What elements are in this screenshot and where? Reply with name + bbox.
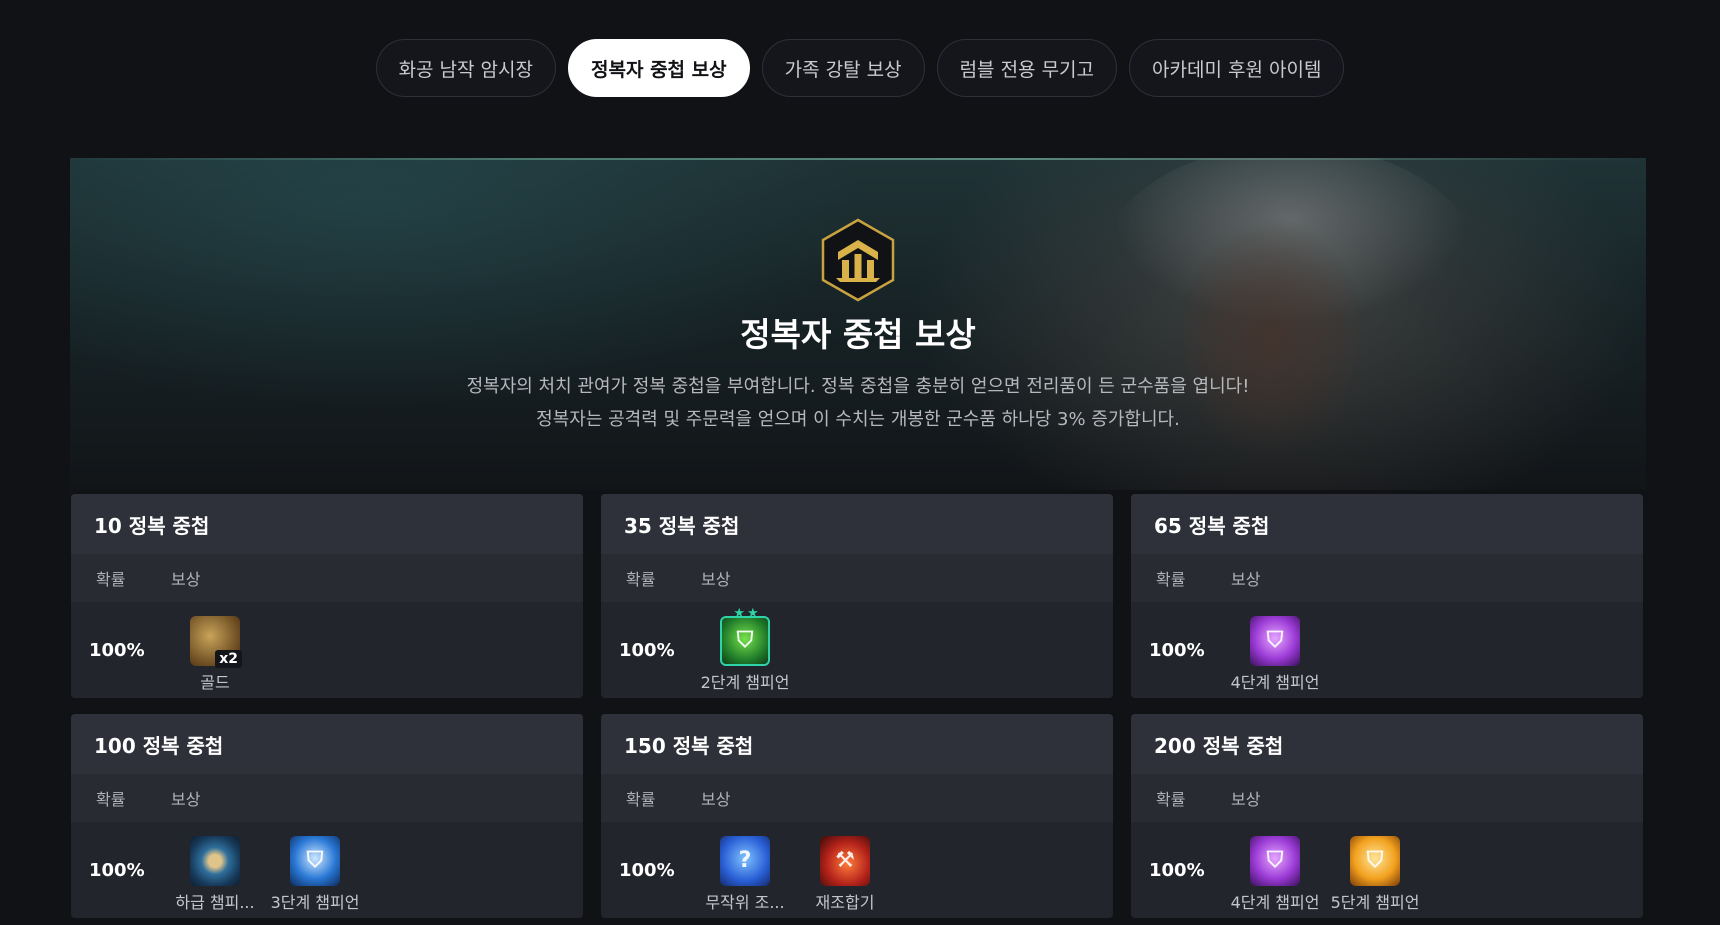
card-column-header: 확률 보상 xyxy=(601,774,1113,822)
reward-card-grid: 10 정복 중첩 확률 보상 100% x2 골드 35 정복 중첩 확률 보상 xyxy=(71,494,1644,918)
reward-row: 100% ⛉ 4단계 챔피언 xyxy=(1131,602,1643,698)
hero-banner: 정복자 중첩 보상 정복자의 처치 관여가 정복 중첩을 부여합니다. 정복 중… xyxy=(70,158,1646,490)
tab-academy-sponsor-items[interactable]: 아카데미 후원 아이템 xyxy=(1129,39,1345,97)
reward-item[interactable]: x2 골드 xyxy=(169,615,261,693)
card-column-header: 확률 보상 xyxy=(601,554,1113,602)
gold-icon: x2 xyxy=(190,615,242,668)
chance-value: 100% xyxy=(89,639,145,661)
card-title: 150 정복 중첩 xyxy=(601,714,1113,774)
reward-card-10: 10 정복 중첩 확률 보상 100% x2 골드 xyxy=(71,494,583,698)
card-column-header: 확률 보상 xyxy=(1131,774,1643,822)
tab-conqueror-stack-rewards[interactable]: 정복자 중첩 보상 xyxy=(568,39,750,97)
helmet-glyph: ⛉ xyxy=(306,848,324,873)
chance-column-label: 확률 xyxy=(96,570,126,589)
card-column-header: 확률 보상 xyxy=(1131,554,1643,602)
tier4-champion-icon: ⛉ xyxy=(1250,615,1300,666)
reward-item[interactable]: ★★ ⛉ 2단계 챔피언 xyxy=(699,606,791,693)
chance-column-label: 확률 xyxy=(626,790,656,809)
helmet-glyph: ⛉ xyxy=(736,628,754,653)
helmet-glyph: ⛉ xyxy=(1266,628,1284,653)
reward-label: 무작위 조... xyxy=(705,892,785,912)
reforger-icon: ⚒ xyxy=(820,835,870,886)
tab-rumble-armory[interactable]: 럼블 전용 무기고 xyxy=(936,39,1118,97)
tier3-champion-icon: ⛉ xyxy=(290,835,340,886)
reward-item[interactable]: ⚒ 재조합기 xyxy=(799,835,891,913)
chance-column-label: 확률 xyxy=(626,570,656,589)
hammer-glyph: ⚒ xyxy=(835,848,855,873)
helmet-glyph: ⛉ xyxy=(1366,848,1384,873)
hero-description: 정복자의 처치 관여가 정복 중첩을 부여합니다. 정복 중첩을 충분히 얻으면… xyxy=(70,370,1646,436)
reward-card-100: 100 정복 중첩 확률 보상 100% 하급 챔피... ⛉ 3단계 챔피언 xyxy=(71,714,583,918)
tab-chem-baron-black-market[interactable]: 화공 남작 암시장 xyxy=(375,39,557,97)
chance-value: 100% xyxy=(1149,859,1205,881)
tab-family-heist-rewards[interactable]: 가족 강탈 보상 xyxy=(761,39,925,97)
reward-card-65: 65 정복 중첩 확률 보상 100% ⛉ 4단계 챔피언 xyxy=(1131,494,1643,698)
chance-value: 100% xyxy=(619,859,675,881)
reward-row: 100% 하급 챔피... ⛉ 3단계 챔피언 xyxy=(71,822,583,918)
reward-row: 100% x2 골드 xyxy=(71,602,583,698)
reward-label: 3단계 챔피언 xyxy=(270,892,360,912)
lesser-champion-orb-icon xyxy=(190,835,240,886)
chance-value: 100% xyxy=(89,859,145,881)
reward-column-label: 보상 xyxy=(701,790,731,809)
conqueror-emblem-icon xyxy=(821,218,895,302)
tier4-champion-icon: ⛉ xyxy=(1250,835,1300,886)
reward-item[interactable]: ⛉ 4단계 챔피언 xyxy=(1229,615,1321,693)
reward-label: 골드 xyxy=(200,672,230,692)
reward-item[interactable]: 하급 챔피... xyxy=(169,835,261,913)
description-line-2: 정복자는 공격력 및 주문력을 얻으며 이 수치는 개봉한 군수품 하나당 3%… xyxy=(536,409,1180,430)
reward-column-label: 보상 xyxy=(171,790,201,809)
reward-item[interactable]: ⛉ 4단계 챔피언 xyxy=(1229,835,1321,913)
random-component-icon: ? xyxy=(720,835,770,886)
reward-column-label: 보상 xyxy=(1231,790,1261,809)
reward-label: 2단계 챔피언 xyxy=(700,672,790,692)
card-title: 100 정복 중첩 xyxy=(71,714,583,774)
card-title: 10 정복 중첩 xyxy=(71,494,583,554)
card-title: 35 정복 중첩 xyxy=(601,494,1113,554)
reward-card-200: 200 정복 중첩 확률 보상 100% ⛉ 4단계 챔피언 ⛉ 5단계 챔피언 xyxy=(1131,714,1643,918)
reward-tabs: 화공 남작 암시장 정복자 중첩 보상 가족 강탈 보상 럼블 전용 무기고 아… xyxy=(0,39,1720,97)
reward-column-label: 보상 xyxy=(171,570,201,589)
tier5-champion-icon: ⛉ xyxy=(1350,835,1400,886)
reward-item[interactable]: ⛉ 3단계 챔피언 xyxy=(269,835,361,913)
reward-item[interactable]: ⛉ 5단계 챔피언 xyxy=(1329,835,1421,913)
reward-card-150: 150 정복 중첩 확률 보상 100% ? 무작위 조... ⚒ 재조합기 xyxy=(601,714,1113,918)
helmet-glyph: ⛉ xyxy=(1266,848,1284,873)
description-line-1: 정복자의 처치 관여가 정복 중첩을 부여합니다. 정복 중첩을 충분히 얻으면… xyxy=(466,376,1250,397)
reward-label: 5단계 챔피언 xyxy=(1330,892,1420,912)
card-column-header: 확률 보상 xyxy=(71,774,583,822)
reward-column-label: 보상 xyxy=(701,570,731,589)
reward-label: 재조합기 xyxy=(815,892,875,912)
chance-value: 100% xyxy=(619,639,675,661)
chance-column-label: 확률 xyxy=(1156,790,1186,809)
reward-card-35: 35 정복 중첩 확률 보상 100% ★★ ⛉ 2단계 챔피언 xyxy=(601,494,1113,698)
page-title: 정복자 중첩 보상 xyxy=(740,315,976,354)
card-column-header: 확률 보상 xyxy=(71,554,583,602)
card-title: 65 정복 중첩 xyxy=(1131,494,1643,554)
reward-label: 4단계 챔피언 xyxy=(1230,892,1320,912)
reward-label: 4단계 챔피언 xyxy=(1230,672,1320,692)
reward-item[interactable]: ? 무작위 조... xyxy=(699,835,791,913)
chance-column-label: 확률 xyxy=(1156,570,1186,589)
chance-value: 100% xyxy=(1149,639,1205,661)
quantity-badge: x2 xyxy=(215,649,242,668)
question-mark-glyph: ? xyxy=(738,848,752,873)
reward-row: 100% ? 무작위 조... ⚒ 재조합기 xyxy=(601,822,1113,918)
reward-column-label: 보상 xyxy=(1231,570,1261,589)
chance-column-label: 확률 xyxy=(96,790,126,809)
reward-label: 하급 챔피... xyxy=(175,892,255,912)
reward-row: 100% ★★ ⛉ 2단계 챔피언 xyxy=(601,602,1113,698)
star-rating: ★★ xyxy=(733,605,761,621)
card-title: 200 정복 중첩 xyxy=(1131,714,1643,774)
reward-row: 100% ⛉ 4단계 챔피언 ⛉ 5단계 챔피언 xyxy=(1131,822,1643,918)
tier2-champion-icon: ★★ ⛉ xyxy=(720,606,770,666)
